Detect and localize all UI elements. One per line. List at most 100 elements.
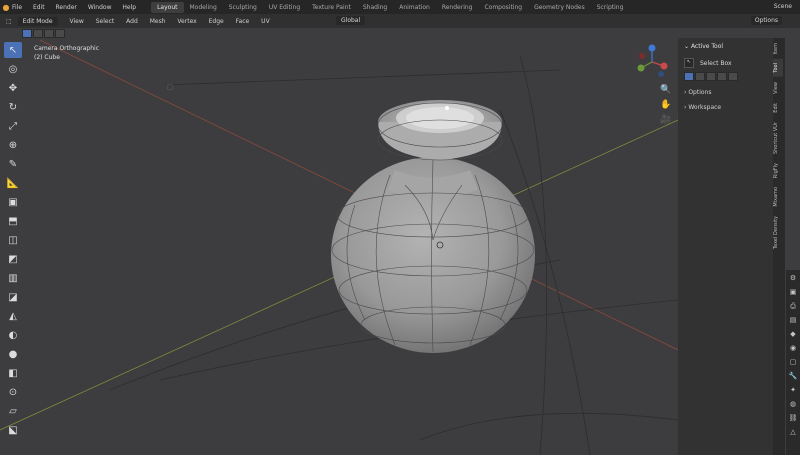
tab-mixamo[interactable]: Mixamo [773,183,783,211]
object-label: (2) Cube [34,54,60,61]
select-box-icon: ↖ [684,58,694,68]
mode-extend-icon[interactable] [695,72,705,81]
select-mode-extra-icon[interactable] [55,28,65,38]
tab-sculpting[interactable]: Sculpting [223,2,263,13]
annotate-tool-icon[interactable]: ✎ [4,156,22,172]
output-props-icon[interactable]: ⎙ [788,302,798,312]
properties-tabs: ⚙ ▣ ⎙ ▤ ◆ ◉ ▢ 🔧 ✦ ◍ ⛓ △ [786,270,800,455]
mode-set-icon[interactable] [684,72,694,81]
tab-tool[interactable]: Tool [773,59,783,78]
view-layer-icon[interactable]: ▤ [788,316,798,326]
vertex-select-icon[interactable] [22,28,32,38]
cursor-tool-icon[interactable]: ◎ [4,61,22,77]
tab-geometry-nodes[interactable]: Geometry Nodes [528,2,591,13]
physics-props-icon[interactable]: ◍ [788,400,798,410]
tab-modeling[interactable]: Modeling [184,2,223,13]
constraints-props-icon[interactable]: ⛓ [788,414,798,424]
measure-tool-icon[interactable]: 📐 [4,175,22,191]
editor-type-icon[interactable]: ⬚ [6,18,12,25]
menu-mesh[interactable]: Mesh [150,18,166,25]
world-props-icon[interactable]: ◉ [788,344,798,354]
menu-help[interactable]: Help [122,4,136,11]
tab-view[interactable]: View [773,78,783,98]
data-props-icon[interactable]: △ [788,428,798,438]
menu-file[interactable]: File [12,4,22,11]
blender-logo-icon[interactable]: ● [0,0,12,14]
navigation-buttons: 🔍 ✋ 🎥 [660,85,672,130]
select-mode-row [0,28,134,38]
tab-item[interactable]: Item [773,39,783,58]
top-bar: ● File Edit Render Window Help Layout Mo… [0,0,800,14]
object-props-icon[interactable]: ▢ [788,358,798,368]
tab-uv-editing[interactable]: UV Editing [263,2,306,13]
scene-props-icon[interactable]: ◆ [788,330,798,340]
scene-selector[interactable]: Scene [774,3,792,10]
particles-props-icon[interactable]: ✦ [788,386,798,396]
face-select-icon[interactable] [44,28,54,38]
menu-window[interactable]: Window [88,4,112,11]
spin-tool-icon[interactable]: ◐ [4,327,22,343]
menu-add[interactable]: Add [126,18,138,25]
edge-select-icon[interactable] [33,28,43,38]
select-box-label: Select Box [700,59,732,67]
knife-tool-icon[interactable]: ◪ [4,289,22,305]
loop-cut-tool-icon[interactable]: ▥ [4,270,22,286]
tab-edit[interactable]: Edit [773,99,783,117]
orientation-dropdown[interactable]: Global [336,16,366,25]
tab-scripting[interactable]: Scripting [591,2,630,13]
viewport-info: Camera Orthographic (2) Cube [34,44,99,62]
inset-tool-icon[interactable]: ◫ [4,232,22,248]
transform-tool-icon[interactable]: ⊕ [4,137,22,153]
modifier-props-icon[interactable]: 🔧 [788,372,798,382]
scale-tool-icon[interactable]: ⤢ [4,118,22,134]
menu-edge[interactable]: Edge [209,18,224,25]
select-box-row[interactable]: ↖ Select Box [684,58,767,68]
tool-props-icon[interactable]: ⚙ [788,274,798,284]
navigation-gizmo[interactable] [634,44,670,80]
menu-edit[interactable]: Edit [33,4,45,11]
tab-shortcut-vur[interactable]: Shortcut VUr [773,118,783,158]
tab-shading[interactable]: Shading [357,2,393,13]
mode-invert-icon[interactable] [717,72,727,81]
tab-rendering[interactable]: Rendering [436,2,479,13]
smooth-tool-icon[interactable]: ● [4,346,22,362]
move-tool-icon[interactable]: ✥ [4,80,22,96]
render-props-icon[interactable]: ▣ [788,288,798,298]
rotate-tool-icon[interactable]: ↻ [4,99,22,115]
viewport-scene[interactable] [0,38,678,455]
options-section[interactable]: › Options [678,85,773,100]
selection-mode-buttons [684,72,767,81]
tab-animation[interactable]: Animation [393,2,436,13]
shear-tool-icon[interactable]: ▱ [4,403,22,419]
tab-texel-density[interactable]: Texel Density [773,212,783,253]
poly-build-tool-icon[interactable]: ◭ [4,308,22,324]
menu-vertex[interactable]: Vertex [177,18,196,25]
select-tool-icon[interactable]: ↖ [4,42,22,58]
add-cube-tool-icon[interactable]: ▣ [4,194,22,210]
tab-compositing[interactable]: Compositing [478,2,528,13]
pan-hand-icon[interactable]: ✋ [660,100,672,112]
extrude-tool-icon[interactable]: ⬒ [4,213,22,229]
menu-uv[interactable]: UV [261,18,270,25]
sidebar-tabs: Item Tool View Edit Shortcut VUr RigFly … [773,38,785,455]
mode-subtract-icon[interactable] [706,72,716,81]
tab-texture-paint[interactable]: Texture Paint [306,2,357,13]
options-dropdown[interactable]: Options [750,16,782,25]
mode-intersect-icon[interactable] [728,72,738,81]
workspace-section[interactable]: › Workspace [678,100,773,115]
menu-select[interactable]: Select [96,18,115,25]
rip-tool-icon[interactable]: ⬕ [4,422,22,438]
mode-dropdown[interactable]: Edit Mode [17,16,58,26]
menu-render[interactable]: Render [56,4,77,11]
tab-layout[interactable]: Layout [151,1,184,13]
zoom-icon[interactable]: 🔍 [660,85,672,97]
camera-view-icon[interactable]: 🎥 [660,115,672,127]
menu-view[interactable]: View [70,18,84,25]
edge-slide-tool-icon[interactable]: ◧ [4,365,22,381]
tab-rigfly[interactable]: RigFly [773,159,783,182]
shrink-fatten-tool-icon[interactable]: ⊙ [4,384,22,400]
menu-face[interactable]: Face [236,18,250,25]
active-tool-header[interactable]: ⌄ Active Tool [678,38,773,55]
tool-bar: ↖ ◎ ✥ ↻ ⤢ ⊕ ✎ 📐 ▣ ⬒ ◫ ◩ ▥ ◪ ◭ ◐ ● ◧ ⊙ ▱ … [4,42,26,441]
bevel-tool-icon[interactable]: ◩ [4,251,22,267]
